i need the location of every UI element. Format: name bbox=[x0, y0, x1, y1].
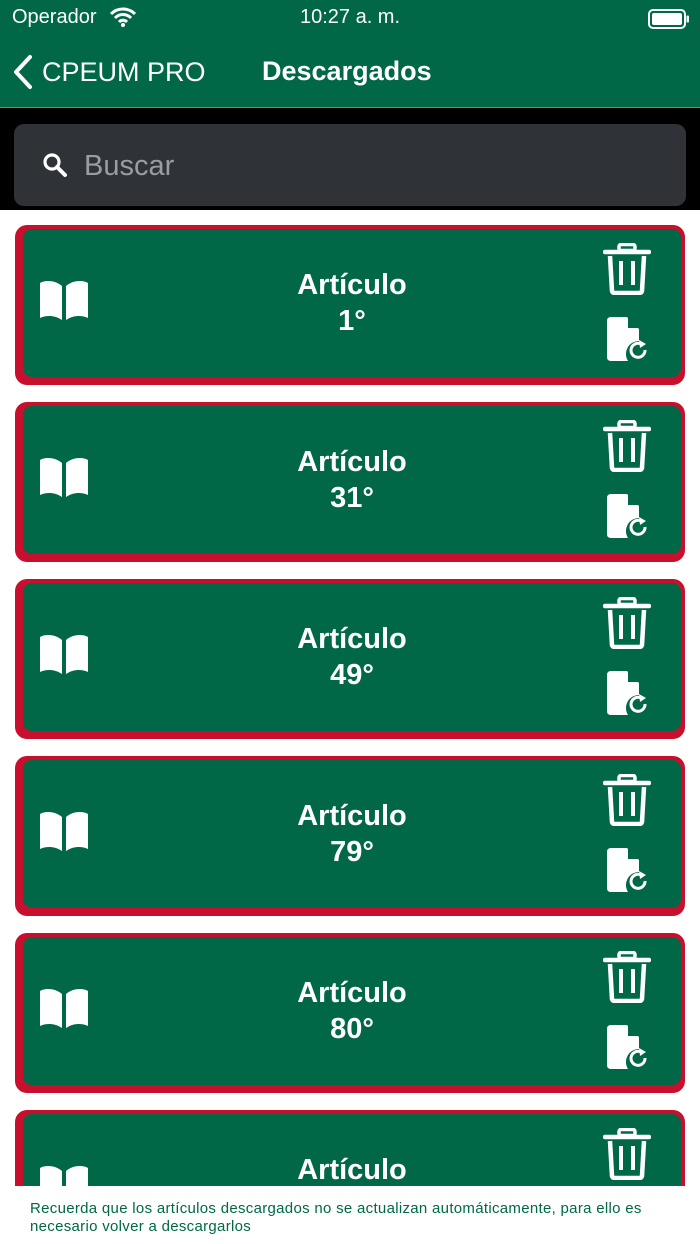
article-card-body: Artículo 49° bbox=[23, 583, 681, 731]
back-button[interactable]: CPEUM PRO bbox=[12, 52, 206, 92]
file-refresh-icon[interactable] bbox=[607, 494, 651, 540]
article-card-body: Artículo bbox=[23, 1114, 681, 1186]
article-title: Artículo 79° bbox=[83, 798, 621, 870]
article-label: Artículo bbox=[297, 977, 407, 1009]
book-icon bbox=[40, 458, 88, 497]
article-card-body: Artículo 80° bbox=[23, 937, 681, 1085]
chevron-left-icon bbox=[14, 55, 32, 89]
article-number: 1° bbox=[338, 305, 366, 337]
book-icon bbox=[40, 635, 88, 674]
navigation-bar: CPEUM PRO Descargados bbox=[0, 38, 700, 108]
search-input[interactable] bbox=[82, 124, 676, 208]
article-card-body: Artículo 31° bbox=[23, 406, 681, 554]
trash-icon[interactable] bbox=[603, 597, 651, 649]
article-card[interactable]: Artículo 79° bbox=[15, 756, 685, 916]
book-icon bbox=[40, 1166, 88, 1186]
book-icon bbox=[40, 281, 88, 320]
article-label: Artículo bbox=[297, 623, 407, 655]
search-area bbox=[0, 108, 700, 210]
book-icon bbox=[40, 812, 88, 851]
trash-icon[interactable] bbox=[603, 951, 651, 1003]
trash-icon[interactable] bbox=[603, 243, 651, 295]
article-label: Artículo bbox=[297, 1154, 407, 1186]
page-title: Descargados bbox=[262, 56, 432, 86]
article-title: Artículo 1° bbox=[83, 267, 621, 339]
file-refresh-icon[interactable] bbox=[607, 848, 651, 894]
article-list[interactable]: Artículo 1° Artículo 31° Artículo 49° Ar… bbox=[0, 210, 700, 1186]
status-bar: Operador 10:27 a. m. bbox=[0, 0, 700, 38]
article-number: 80° bbox=[330, 1013, 374, 1045]
article-card[interactable]: Artículo 80° bbox=[15, 933, 685, 1093]
article-card-body: Artículo 1° bbox=[23, 229, 681, 377]
trash-icon[interactable] bbox=[603, 420, 651, 472]
back-button-label: CPEUM PRO bbox=[42, 56, 206, 87]
article-number: 79° bbox=[330, 836, 374, 868]
file-refresh-icon[interactable] bbox=[607, 671, 651, 717]
article-card[interactable]: Artículo 31° bbox=[15, 402, 685, 562]
article-title: Artículo bbox=[83, 1152, 621, 1186]
article-number: 31° bbox=[330, 482, 374, 514]
article-title: Artículo 49° bbox=[83, 621, 621, 693]
footer: Recuerda que los artículos descargados n… bbox=[0, 1186, 700, 1244]
article-card[interactable]: Artículo 1° bbox=[15, 225, 685, 385]
article-label: Artículo bbox=[297, 269, 407, 301]
article-card-body: Artículo 79° bbox=[23, 760, 681, 908]
article-title: Artículo 31° bbox=[83, 444, 621, 516]
article-card[interactable]: Artículo bbox=[15, 1110, 685, 1186]
article-title: Artículo 80° bbox=[83, 975, 621, 1047]
trash-icon[interactable] bbox=[603, 1128, 651, 1180]
footer-note: Recuerda que los artículos descargados n… bbox=[30, 1200, 642, 1235]
article-number: 49° bbox=[330, 659, 374, 691]
file-refresh-icon[interactable] bbox=[607, 317, 651, 363]
article-label: Artículo bbox=[297, 800, 407, 832]
search-box[interactable] bbox=[14, 124, 686, 208]
article-card[interactable]: Artículo 49° bbox=[15, 579, 685, 739]
book-icon bbox=[40, 989, 88, 1028]
file-refresh-icon[interactable] bbox=[607, 1025, 651, 1071]
battery-icon bbox=[648, 9, 689, 29]
status-time: 10:27 a. m. bbox=[299, 6, 401, 28]
article-label: Artículo bbox=[297, 446, 407, 478]
trash-icon[interactable] bbox=[603, 774, 651, 826]
search-icon bbox=[43, 153, 67, 177]
